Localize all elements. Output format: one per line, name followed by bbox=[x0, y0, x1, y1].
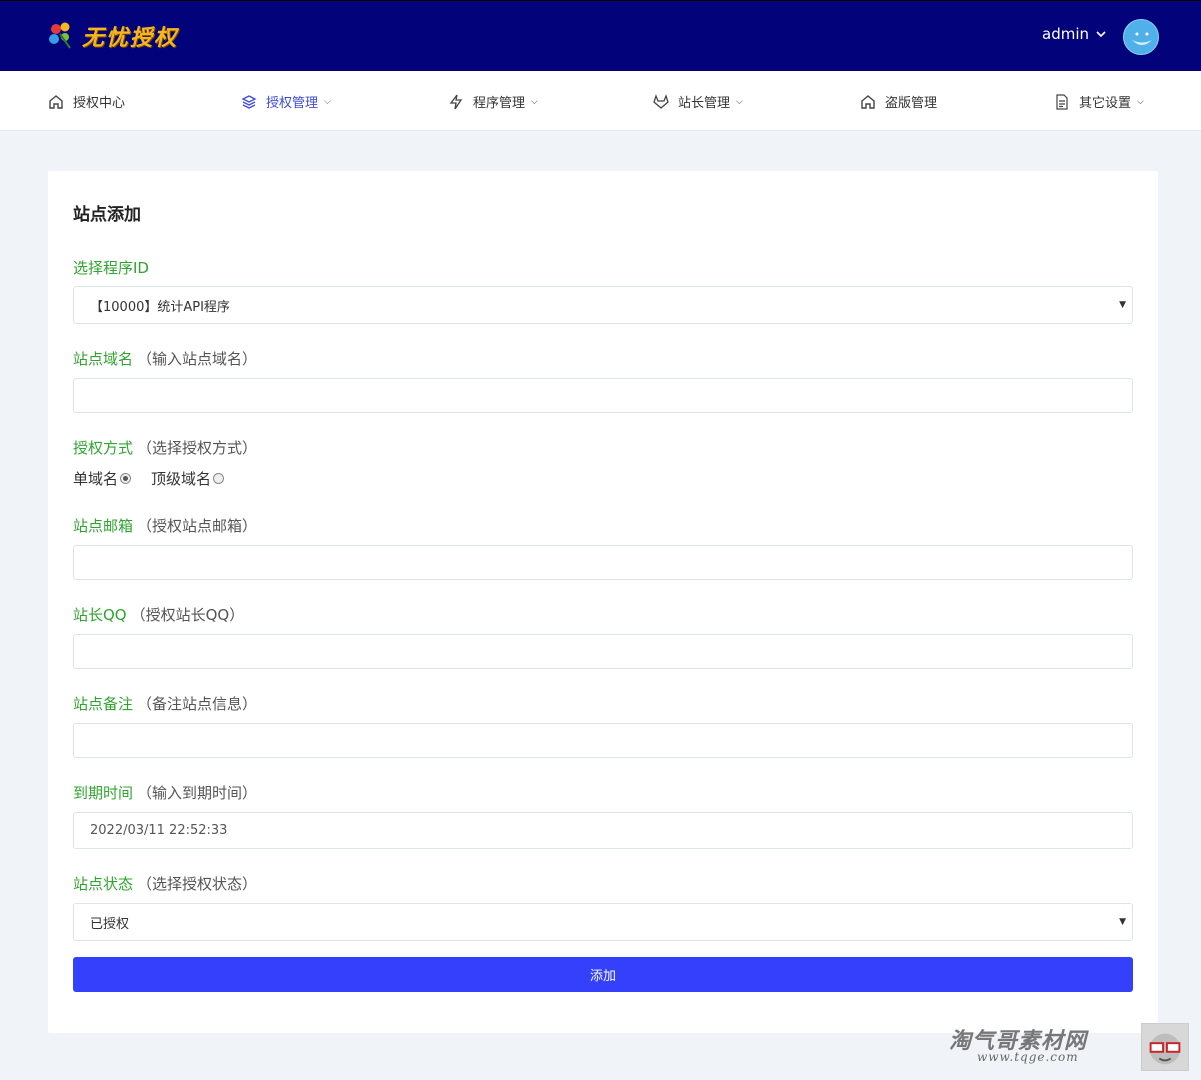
nav-label: 授权中心 bbox=[73, 96, 126, 111]
program-label-text: 选择程序ID bbox=[73, 259, 149, 277]
nav-item-other-settings[interactable]: 其它设置 ⌵ bbox=[1054, 92, 1144, 111]
radio-top-domain[interactable] bbox=[213, 473, 225, 484]
status-select[interactable]: 已授权 ▼ bbox=[73, 903, 1133, 941]
email-hint: （授权站点邮箱） bbox=[137, 517, 258, 535]
program-label: 选择程序ID bbox=[73, 257, 149, 278]
status-label-text: 站点状态 bbox=[73, 875, 134, 893]
status-hint: （选择授权状态） bbox=[137, 875, 258, 893]
nav-item-piracy-manage[interactable]: 盗版管理 bbox=[860, 92, 937, 111]
domain-input[interactable] bbox=[73, 378, 1133, 413]
auth-mode-label-text: 授权方式 bbox=[73, 439, 134, 457]
dropdown-arrow-icon: ▼ bbox=[1119, 917, 1126, 927]
expire-label-text: 到期时间 bbox=[73, 784, 134, 802]
qq-label-text: 站长QQ bbox=[73, 606, 127, 624]
status-select-value: 已授权 bbox=[90, 916, 130, 932]
radio-option-single-domain-label: 单域名 bbox=[73, 470, 119, 488]
nav-label: 站长管理 bbox=[678, 96, 731, 111]
site-add-card: 站点添加 选择程序ID 【10000】统计API程序 ▼ 站点域名 （输入站点域名… bbox=[48, 171, 1158, 1033]
auth-mode-label: 授权方式 （选择授权方式） bbox=[73, 437, 257, 458]
expire-hint: （输入到期时间） bbox=[137, 784, 258, 802]
domain-hint: （输入站点域名） bbox=[137, 350, 258, 368]
top-header: 无忧授权 admin bbox=[0, 0, 1201, 71]
page-title: 站点添加 bbox=[73, 205, 141, 225]
layers-icon bbox=[241, 94, 257, 109]
logo-flower-icon bbox=[49, 22, 71, 49]
logo[interactable]: 无忧授权 bbox=[46, 19, 178, 53]
chevron-down-icon: ⌵ bbox=[1137, 96, 1144, 107]
bolt-icon bbox=[449, 94, 463, 109]
email-label-text: 站点邮箱 bbox=[73, 517, 134, 535]
chevron-down-icon: ⌵ bbox=[736, 96, 743, 107]
nav-item-program-manage[interactable]: 程序管理 ⌵ bbox=[448, 92, 538, 111]
chevron-down-icon bbox=[1096, 31, 1106, 38]
program-select[interactable]: 【10000】统计API程序 ▼ bbox=[73, 286, 1133, 324]
logo-text: 无忧授权 bbox=[82, 25, 179, 51]
domain-label-text: 站点域名 bbox=[73, 350, 134, 368]
nav-item-webmaster-manage[interactable]: 站长管理 ⌵ bbox=[653, 92, 743, 111]
home-icon bbox=[49, 94, 63, 109]
dropdown-arrow-icon: ▼ bbox=[1119, 300, 1126, 310]
nav-item-auth-center[interactable]: 授权中心 bbox=[48, 92, 125, 111]
qq-input[interactable] bbox=[73, 634, 1133, 669]
nav-label: 盗版管理 bbox=[885, 96, 938, 111]
chevron-down-icon: ⌵ bbox=[324, 96, 331, 107]
qq-hint: （授权站长QQ） bbox=[130, 606, 245, 624]
program-select-value: 【10000】统计API程序 bbox=[90, 299, 230, 315]
note-label: 站点备注 （备注站点信息） bbox=[73, 693, 257, 714]
add-button[interactable]: 添加 bbox=[73, 957, 1133, 992]
note-input[interactable] bbox=[73, 723, 1133, 758]
note-hint: （备注站点信息） bbox=[137, 695, 258, 713]
watermark-url: www.tqge.com bbox=[977, 1050, 1079, 1064]
home-icon bbox=[861, 94, 875, 109]
nav-label: 授权管理 bbox=[266, 96, 319, 111]
qq-label: 站长QQ （授权站长QQ） bbox=[73, 604, 244, 625]
email-label: 站点邮箱 （授权站点邮箱） bbox=[73, 515, 257, 536]
expire-input[interactable] bbox=[73, 812, 1133, 849]
user-menu[interactable]: admin bbox=[1042, 25, 1107, 43]
auth-mode-hint: （选择授权方式） bbox=[137, 439, 258, 457]
radio-single-domain[interactable] bbox=[120, 473, 132, 484]
chevron-down-icon: ⌵ bbox=[531, 96, 538, 107]
main-nav: 授权中心 授权管理 ⌵ 程序管理 ⌵ 站长管理 ⌵ 盗版管理 其它设置 ⌵ bbox=[0, 71, 1201, 131]
watermark-glasses-face-icon bbox=[1141, 1023, 1189, 1071]
expire-label: 到期时间 （输入到期时间） bbox=[73, 782, 257, 803]
avatar-face-icon bbox=[1124, 20, 1158, 54]
watermark: 淘气哥素材网 www.tqge.com bbox=[949, 1021, 1189, 1071]
nav-label: 其它设置 bbox=[1079, 96, 1132, 111]
gitlab-icon bbox=[653, 93, 669, 109]
radio-option-top-domain-label: 顶级域名 bbox=[151, 470, 212, 488]
status-label: 站点状态 （选择授权状态） bbox=[73, 873, 257, 894]
note-label-text: 站点备注 bbox=[73, 695, 134, 713]
email-input[interactable] bbox=[73, 545, 1133, 580]
username: admin bbox=[1042, 25, 1089, 43]
domain-label: 站点域名 （输入站点域名） bbox=[73, 348, 257, 369]
nav-item-auth-manage[interactable]: 授权管理 ⌵ bbox=[241, 92, 331, 111]
auth-mode-radio-group: 单域名 顶级域名 bbox=[73, 468, 225, 489]
file-icon bbox=[1056, 93, 1068, 110]
avatar[interactable] bbox=[1123, 19, 1159, 55]
nav-label: 程序管理 bbox=[473, 96, 526, 111]
